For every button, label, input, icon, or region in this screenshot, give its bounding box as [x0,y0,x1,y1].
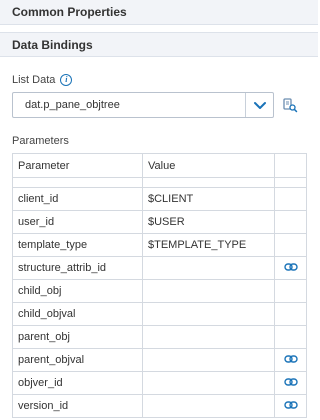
parameter-name-cell: client_id [12,187,143,211]
column-header-action [274,153,307,178]
parameter-action-cell [274,256,307,280]
parameter-value-cell[interactable] [142,348,275,372]
parameter-action-cell [274,302,307,326]
table-row[interactable]: parent_obj [12,325,307,349]
table-header-row: Parameter Value [12,153,307,178]
parameter-value-cell[interactable] [142,394,275,418]
parameter-action-cell [274,233,307,257]
parameter-name-cell: parent_obj [12,325,143,349]
parameter-action-cell [274,371,307,395]
parameter-value-cell[interactable] [142,302,275,326]
parameter-action-cell [274,187,307,211]
select-divider [245,93,246,117]
link-icon[interactable] [283,377,298,390]
parameters-label: Parameters [12,135,69,147]
table-row[interactable]: objver_id [12,371,307,395]
parameter-name-cell: structure_attrib_id [12,256,143,280]
parameter-value-cell[interactable] [142,325,275,349]
table-row[interactable]: structure_attrib_id [12,256,307,280]
parameter-action-cell [274,394,307,418]
chevron-down-icon[interactable] [252,97,268,113]
parameter-action-cell [274,279,307,303]
parameter-name-cell: objver_id [12,371,143,395]
link-icon[interactable] [283,354,298,367]
section-common-properties[interactable]: Common Properties [0,0,318,25]
list-data-value: dat.p_pane_objtree [25,99,120,111]
list-data-label: List Data [12,74,56,86]
list-data-select[interactable]: dat.p_pane_objtree [12,92,274,118]
table-row[interactable]: child_objval [12,302,307,326]
link-icon[interactable] [283,400,298,413]
table-row[interactable]: user_id $USER [12,210,307,234]
parameter-name-cell: child_obj [12,279,143,303]
table-row[interactable]: version_id [12,394,307,418]
parameter-name-cell: user_id [12,210,143,234]
parameter-name-cell: template_type [12,233,143,257]
info-icon[interactable]: i [60,74,73,86]
parameter-name-cell: child_objval [12,302,143,326]
parameter-action-cell [274,348,307,372]
column-header-parameter[interactable]: Parameter [12,153,143,178]
table-row[interactable]: parent_objval [12,348,307,372]
browse-data-icon[interactable] [282,97,298,113]
parameters-table: Parameter Value client_id $CLIENT user_id $… [12,153,307,418]
parameter-value-cell[interactable] [142,256,275,280]
list-data-label-group: List Data i [12,72,73,88]
parameter-name-cell: version_id [12,394,143,418]
table-row[interactable]: client_id $CLIENT [12,187,307,211]
section-data-bindings[interactable]: Data Bindings [0,32,318,57]
link-icon[interactable] [283,262,298,275]
parameter-value-cell[interactable]: $TEMPLATE_TYPE [142,233,275,257]
parameter-action-cell [274,210,307,234]
table-row[interactable]: template_type $TEMPLATE_TYPE [12,233,307,257]
table-row[interactable]: child_obj [12,279,307,303]
parameter-value-cell[interactable]: $CLIENT [142,187,275,211]
parameter-action-cell [274,325,307,349]
table-spacer [12,177,307,188]
parameter-value-cell[interactable]: $USER [142,210,275,234]
parameter-value-cell[interactable] [142,371,275,395]
column-header-value[interactable]: Value [142,153,275,178]
parameter-value-cell[interactable] [142,279,275,303]
parameter-name-cell: parent_objval [12,348,143,372]
